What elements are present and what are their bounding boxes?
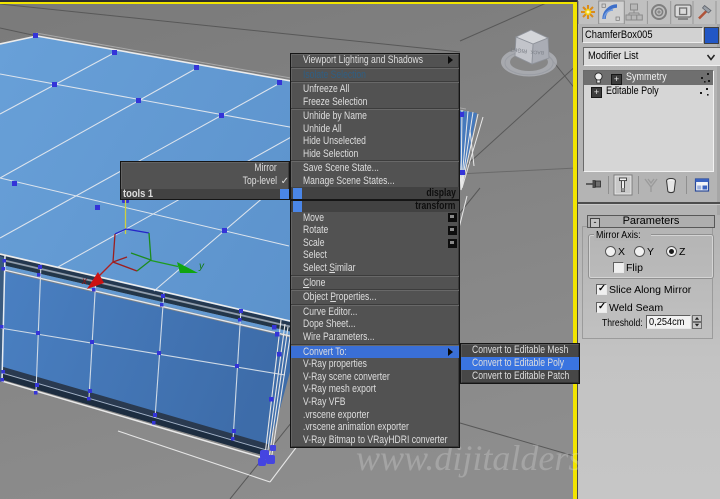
svg-text:x: x [81, 276, 88, 287]
svg-text:y: y [198, 261, 205, 272]
svg-text:BACK: BACK [530, 48, 545, 55]
